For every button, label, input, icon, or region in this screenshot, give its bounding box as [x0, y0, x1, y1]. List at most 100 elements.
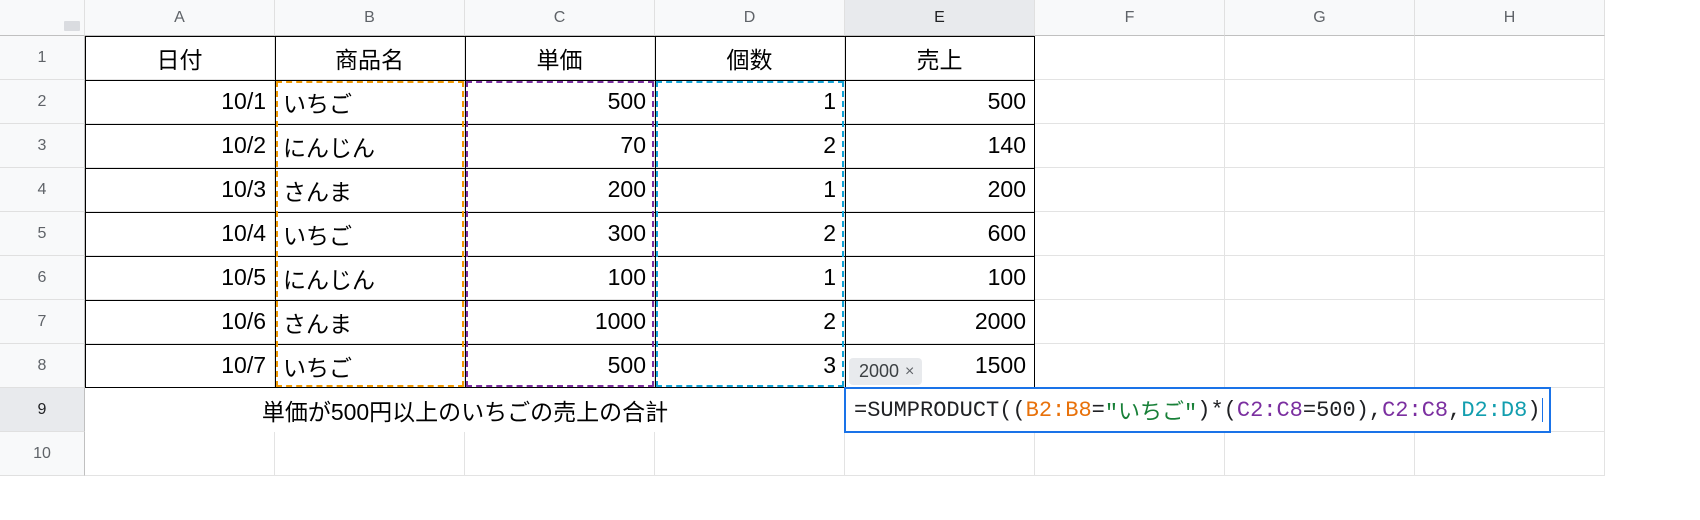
formula-token: C2:C8	[1237, 398, 1303, 423]
cell-H1[interactable]	[1415, 36, 1605, 80]
cell-H2[interactable]	[1415, 80, 1605, 124]
cell-C3[interactable]: 70	[465, 124, 655, 168]
cell-D3[interactable]: 2	[655, 124, 845, 168]
col-header-a[interactable]: A	[85, 0, 275, 36]
cell-D5[interactable]: 2	[655, 212, 845, 256]
cell-F5[interactable]	[1035, 212, 1225, 256]
cell-D6[interactable]: 1	[655, 256, 845, 300]
cell-G4[interactable]	[1225, 168, 1415, 212]
row-header-1[interactable]: 1	[0, 36, 85, 80]
cell-G8[interactable]	[1225, 344, 1415, 388]
cell-C1[interactable]: 単価	[465, 36, 655, 80]
cell-F4[interactable]	[1035, 168, 1225, 212]
cell-E3[interactable]: 140	[845, 124, 1035, 168]
cell-B2[interactable]: いちご	[275, 80, 465, 124]
row-header-4[interactable]: 4	[0, 168, 85, 212]
cell-B4[interactable]: さんま	[275, 168, 465, 212]
cell-B7[interactable]: さんま	[275, 300, 465, 344]
cell-G5[interactable]	[1225, 212, 1415, 256]
cell-E10[interactable]	[845, 432, 1035, 476]
close-icon[interactable]: ×	[905, 363, 914, 381]
col-header-f[interactable]: F	[1035, 0, 1225, 36]
formula-token: *	[1210, 398, 1223, 423]
row-header-9[interactable]: 9	[0, 388, 85, 432]
cell-D7[interactable]: 2	[655, 300, 845, 344]
cell-B5[interactable]: いちご	[275, 212, 465, 256]
cell-H6[interactable]	[1415, 256, 1605, 300]
cell-F1[interactable]	[1035, 36, 1225, 80]
cell-E7[interactable]: 2000	[845, 300, 1035, 344]
cell-A5[interactable]: 10/4	[85, 212, 275, 256]
cell-F3[interactable]	[1035, 124, 1225, 168]
cell-H8[interactable]	[1415, 344, 1605, 388]
row-header-10[interactable]: 10	[0, 432, 85, 476]
cell-E1[interactable]: 売上	[845, 36, 1035, 80]
cell-B3[interactable]: にんじん	[275, 124, 465, 168]
formula-input-e9[interactable]: =SUMPRODUCT((B2:B8="いちご")*(C2:C8=500),C2…	[844, 387, 1551, 433]
cell-A3[interactable]: 10/2	[85, 124, 275, 168]
formula-preview-tooltip[interactable]: 2000 ×	[849, 358, 922, 385]
cell-D10[interactable]	[655, 432, 845, 476]
cell-E6[interactable]: 100	[845, 256, 1035, 300]
cell-D2[interactable]: 1	[655, 80, 845, 124]
cell-G6[interactable]	[1225, 256, 1415, 300]
cell-G1[interactable]	[1225, 36, 1415, 80]
col-header-h[interactable]: H	[1415, 0, 1605, 36]
select-all-corner[interactable]	[0, 0, 85, 36]
cell-E4[interactable]: 200	[845, 168, 1035, 212]
cell-C10[interactable]	[465, 432, 655, 476]
cell-D8[interactable]: 3	[655, 344, 845, 388]
col-header-c[interactable]: C	[465, 0, 655, 36]
cell-C4[interactable]: 200	[465, 168, 655, 212]
cell-A10[interactable]	[85, 432, 275, 476]
cell-B8[interactable]: いちご	[275, 344, 465, 388]
cell-G3[interactable]	[1225, 124, 1415, 168]
cell-H5[interactable]	[1415, 212, 1605, 256]
cell-C7[interactable]: 1000	[465, 300, 655, 344]
spreadsheet[interactable]: ABCDEFGH 12345678910 日付商品名単価個数売上10/1いちご5…	[0, 0, 1700, 520]
cell-H10[interactable]	[1415, 432, 1605, 476]
cell-A8[interactable]: 10/7	[85, 344, 275, 388]
cell-C8[interactable]: 500	[465, 344, 655, 388]
cell-C6[interactable]: 100	[465, 256, 655, 300]
cell-D1[interactable]: 個数	[655, 36, 845, 80]
row-header-7[interactable]: 7	[0, 300, 85, 344]
cell-H4[interactable]	[1415, 168, 1605, 212]
cell-E5[interactable]: 600	[845, 212, 1035, 256]
col-header-b[interactable]: B	[275, 0, 465, 36]
cell-H3[interactable]	[1415, 124, 1605, 168]
cell-F6[interactable]	[1035, 256, 1225, 300]
col-header-e[interactable]: E	[845, 0, 1035, 36]
col-header-d[interactable]: D	[655, 0, 845, 36]
cell-F2[interactable]	[1035, 80, 1225, 124]
cell-D4[interactable]: 1	[655, 168, 845, 212]
cell-C2[interactable]: 500	[465, 80, 655, 124]
row-header-3[interactable]: 3	[0, 124, 85, 168]
merged-label-row9: 単価が500円以上のいちごの売上の合計	[85, 388, 845, 432]
cell-E2[interactable]: 500	[845, 80, 1035, 124]
cell-A1[interactable]: 日付	[85, 36, 275, 80]
row-header-6[interactable]: 6	[0, 256, 85, 300]
cell-F10[interactable]	[1035, 432, 1225, 476]
cell-G2[interactable]	[1225, 80, 1415, 124]
formula-token: )	[1356, 398, 1369, 423]
cell-A4[interactable]: 10/3	[85, 168, 275, 212]
formula-token: "いちご"	[1105, 394, 1197, 426]
cell-A6[interactable]: 10/5	[85, 256, 275, 300]
col-header-g[interactable]: G	[1225, 0, 1415, 36]
cell-B1[interactable]: 商品名	[275, 36, 465, 80]
cell-H7[interactable]	[1415, 300, 1605, 344]
row-header-5[interactable]: 5	[0, 212, 85, 256]
cell-F8[interactable]	[1035, 344, 1225, 388]
cell-A7[interactable]: 10/6	[85, 300, 275, 344]
cell-B10[interactable]	[275, 432, 465, 476]
cell-G10[interactable]	[1225, 432, 1415, 476]
row-header-2[interactable]: 2	[0, 80, 85, 124]
cell-G7[interactable]	[1225, 300, 1415, 344]
cell-A2[interactable]: 10/1	[85, 80, 275, 124]
cell-F7[interactable]	[1035, 300, 1225, 344]
row-header-8[interactable]: 8	[0, 344, 85, 388]
formula-token: ,	[1369, 398, 1382, 423]
cell-C5[interactable]: 300	[465, 212, 655, 256]
cell-B6[interactable]: にんじん	[275, 256, 465, 300]
